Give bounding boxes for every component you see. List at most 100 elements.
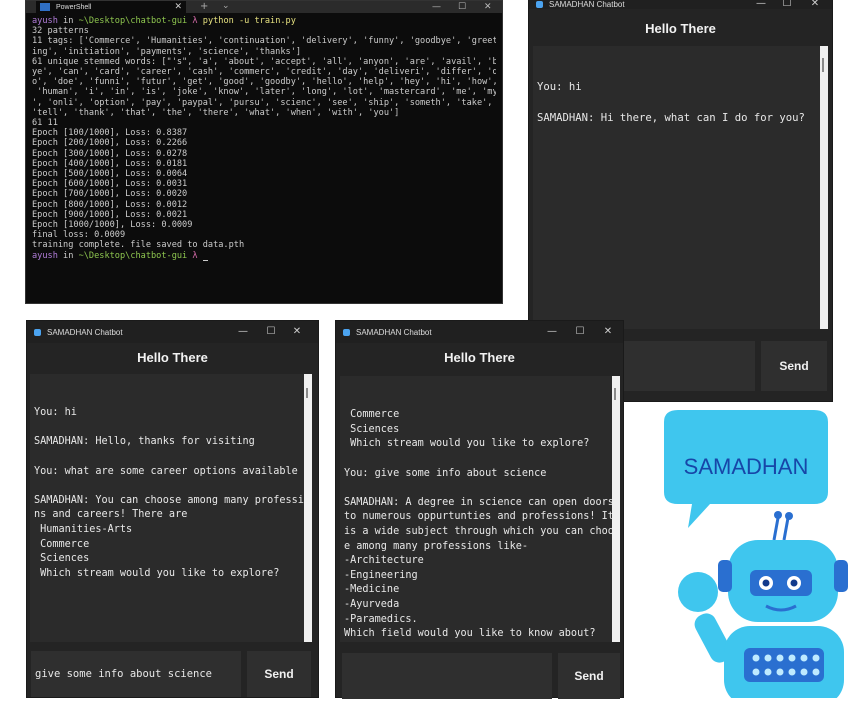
chat-lines: Commerce Sciences Which stream would you… (344, 408, 612, 642)
speech-bubble-label: SAMADHAN (684, 454, 809, 479)
close-window-icon[interactable]: ✕ (484, 1, 492, 13)
prompt-in: in (57, 250, 79, 261)
terminal-output-line: 11 tags: ['Commerce', 'Humanities', 'con… (32, 36, 496, 47)
chat-transcript: You: hi SAMADHAN: Hello, thanks for visi… (30, 374, 304, 642)
message-input[interactable] (342, 653, 552, 699)
prompt-user: ayush (32, 16, 58, 26)
tab-dropdown-chevron-icon[interactable]: ⌄ (222, 0, 230, 12)
terminal-output: ayush in ~\Desktop\chatbot-gui λ python … (32, 16, 496, 299)
send-button[interactable]: Send (558, 653, 620, 699)
chat-scrollbar[interactable] (304, 374, 312, 642)
chat-header-title: Hello There (645, 21, 716, 36)
chat-scrollbar[interactable] (612, 376, 620, 642)
message-input[interactable]: give some info about science (31, 651, 241, 697)
chat-line (34, 421, 300, 436)
chatbot-window-3: SAMADHAN Chatbot — ☐ ✕ Hello There Comme… (335, 320, 624, 699)
prompt-lambda: λ (187, 16, 203, 26)
chat-line: ns and careers! There are (34, 509, 188, 521)
app-icon (34, 328, 41, 336)
terminal-output-line: 'human', 'i', 'in', 'is', 'joke', 'know'… (32, 87, 496, 98)
chat-transcript: You: hi SAMADHAN: Hi there, what can I d… (533, 46, 820, 329)
maximize-icon[interactable]: ☐ (572, 321, 588, 343)
chat-line: You: hi (537, 81, 582, 93)
close-icon[interactable]: ✕ (289, 321, 305, 343)
robot-svg: SAMADHAN (664, 410, 848, 702)
send-button[interactable]: Send (761, 341, 827, 391)
terminal-output-line: 32 patterns (32, 26, 89, 37)
minimize-icon[interactable]: — (544, 321, 560, 343)
chat-line: -Medicine (344, 584, 400, 596)
terminal-output-line: training complete. file saved to data.pt… (32, 240, 245, 251)
chat-line (344, 481, 608, 496)
window-title: SAMADHAN Chatbot (549, 0, 625, 9)
chat-lines: You: hi SAMADHAN: Hello, thanks for visi… (34, 406, 304, 581)
minimize-icon[interactable]: — (235, 321, 251, 343)
scrollbar-thumb[interactable] (306, 388, 308, 398)
maximize-icon[interactable]: ☐ (263, 321, 279, 343)
chat-header-title: Hello There (444, 350, 515, 365)
robot-ear-right (834, 560, 848, 592)
minimize-icon[interactable]: — (753, 0, 769, 9)
chat-line: -Architecture (344, 555, 424, 567)
terminal-output-line: ye', 'can', 'card', 'career', 'cash', 'c… (32, 67, 496, 78)
chat-scrollbar[interactable] (820, 46, 828, 329)
chat-line: -Ayurveda (344, 598, 400, 610)
chat-line: SAMADHAN: Hello, thanks for visiting (34, 436, 255, 448)
antenna-right (782, 517, 790, 541)
chat-line: You: what are some career options availa… (34, 465, 298, 477)
antenna-ball-icon (785, 512, 793, 520)
chat-line (34, 450, 300, 465)
close-icon[interactable]: ✕ (600, 321, 616, 343)
chat-line: Which stream would you like to explore? (344, 438, 590, 450)
terminal-output-line: Epoch [1000/1000], Loss: 0.0009 (32, 220, 193, 231)
send-button[interactable]: Send (247, 651, 311, 697)
terminal-tab-title: PowerShell (56, 3, 92, 11)
message-input[interactable] (619, 341, 755, 391)
robot-chest-panel (744, 648, 824, 682)
chatbot-window-2: SAMADHAN Chatbot — ☐ ✕ Hello There You: … (26, 320, 319, 698)
maximize-icon[interactable]: ☐ (779, 0, 795, 9)
terminal-cursor (202, 259, 208, 261)
robot-pupil-left (762, 579, 770, 587)
prompt-user: ayush (32, 250, 58, 261)
terminal-output-line: 61 unique stemmed words: ["'s", 'a', 'ab… (32, 56, 496, 67)
robot-pupil-right (790, 579, 798, 587)
close-icon[interactable]: ✕ (807, 0, 823, 9)
maximize-icon[interactable]: ☐ (458, 1, 466, 13)
chat-line (344, 452, 608, 467)
chat-line: SAMADHAN: A degree in science can open d… (344, 496, 612, 508)
scrollbar-thumb[interactable] (614, 388, 616, 400)
app-icon (536, 0, 543, 8)
terminal-output-line: ', 'onli', 'option', 'pay', 'paypal', 'p… (32, 97, 493, 108)
terminal-output-line: 'tell', 'thank', 'that', 'the', 'there',… (32, 107, 400, 118)
chat-line: SAMADHAN: You can choose among many prof… (34, 494, 304, 506)
app-icon (343, 328, 350, 336)
chat-line (537, 96, 816, 112)
chat-line: e among many professions like- (344, 540, 529, 552)
terminal-output-line: Epoch [700/1000], Loss: 0.0020 (32, 189, 188, 200)
chat-line: Sciences (34, 553, 90, 565)
window-title: SAMADHAN Chatbot (47, 327, 123, 337)
close-tab-icon[interactable]: ✕ (174, 1, 182, 13)
new-tab-plus-icon[interactable]: + (200, 1, 208, 13)
terminal-output-line: Epoch [100/1000], Loss: 0.8387 (32, 128, 188, 139)
chat-lines: You: hi SAMADHAN: Hi there, what can I d… (537, 80, 816, 127)
prompt-cmd: python -u train.py (202, 16, 296, 26)
chat-line: SAMADHAN: Hi there, what can I do for yo… (537, 112, 805, 124)
terminal-tab[interactable]: PowerShell ✕ (36, 1, 186, 13)
terminal-output-line: Epoch [500/1000], Loss: 0.0064 (32, 169, 188, 180)
scrollbar-thumb[interactable] (822, 58, 824, 72)
powershell-terminal: PowerShell ✕ + ⌄ — ☐ ✕ ayush in ~\Deskto… (25, 0, 503, 304)
robot-hand (678, 572, 718, 612)
chat-line: Commerce (344, 409, 400, 421)
chat-line: is a wide subject through which you can … (344, 525, 612, 537)
minimize-icon[interactable]: — (432, 1, 441, 13)
chat-line: You: give some info about science (344, 467, 547, 479)
terminal-output-line: Epoch [600/1000], Loss: 0.0031 (32, 179, 188, 190)
chat-line: Humanities-Arts (34, 523, 133, 535)
terminal-prompt-line: ayush in ~\Desktop\chatbot-gui λ (32, 251, 496, 261)
terminal-output-line: final loss: 0.0009 (32, 230, 126, 241)
robot-mascot-illustration: SAMADHAN (628, 400, 858, 702)
terminal-output-line: Epoch [300/1000], Loss: 0.0278 (32, 148, 188, 159)
prompt-lambda: λ (187, 250, 203, 261)
